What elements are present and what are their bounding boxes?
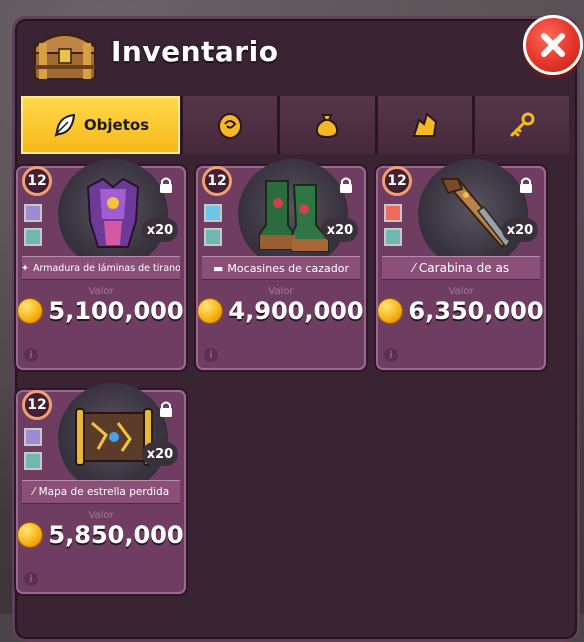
- stat-slot-icon: [24, 228, 42, 246]
- lock-icon[interactable]: [338, 176, 354, 194]
- gear-slot-icon: [24, 428, 42, 446]
- close-button[interactable]: [523, 15, 583, 75]
- tab-eggs[interactable]: [183, 96, 278, 154]
- header: Inventario: [15, 15, 583, 89]
- map-type-icon: ⁄: [32, 486, 35, 498]
- item-portrait: [418, 159, 528, 269]
- item-card[interactable]: 12 x20 ⁄ Mapa de estrella perdida Valor …: [16, 383, 186, 594]
- info-icon[interactable]: i: [204, 348, 218, 362]
- key-icon: [510, 112, 535, 137]
- item-name-ribbon: ✦ Armadura de láminas de tirano: [22, 256, 180, 280]
- level-badge: 12: [22, 390, 52, 420]
- item-name-ribbon: ⁄ Mapa de estrella perdida: [22, 480, 180, 504]
- gold-coin-icon: [18, 523, 43, 547]
- item-portrait: [58, 159, 168, 269]
- rifle-icon: [440, 177, 511, 249]
- gold-coin-icon: [198, 299, 223, 323]
- price: 6,350,000: [378, 296, 544, 326]
- tab-money[interactable]: [280, 96, 375, 154]
- tab-gems[interactable]: [377, 96, 472, 154]
- price: 4,900,000: [198, 296, 364, 326]
- gear-slot-icon: [24, 204, 42, 222]
- price: 5,850,000: [18, 520, 184, 550]
- close-x-icon: [541, 33, 565, 57]
- money-bag-icon: [316, 114, 339, 139]
- item-name: Mocasines de cazador: [227, 261, 349, 275]
- tab-bar: Objetos: [21, 96, 569, 154]
- stat-slot-icon: [24, 452, 42, 470]
- stat-slot-icon: [204, 228, 222, 246]
- boots-icon: [259, 180, 329, 252]
- quantity-badge: x20: [502, 218, 538, 242]
- item-portrait: [238, 159, 348, 269]
- info-icon[interactable]: i: [24, 572, 38, 586]
- quantity-badge: x20: [142, 442, 178, 466]
- egg-icon: [218, 113, 243, 139]
- item-name-ribbon: ⁄ Carabina de as: [382, 256, 540, 280]
- feather-quill-icon: [54, 113, 75, 137]
- level-badge: 12: [22, 166, 52, 196]
- map-scroll-icon: [75, 408, 153, 466]
- page-title: Inventario: [111, 35, 279, 68]
- item-name: Carabina de as: [418, 261, 510, 275]
- gear-slot-icon: [384, 204, 402, 222]
- item-name: Mapa de estrella perdida: [38, 486, 170, 498]
- info-icon[interactable]: i: [384, 348, 398, 362]
- price: 5,100,000: [18, 296, 184, 326]
- item-card[interactable]: 12 x20 ⁄ Carabina de as Valor 6,350,000 …: [376, 159, 546, 370]
- item-name: Armadura de láminas de tirano: [32, 262, 180, 274]
- gold-coin-icon: [378, 299, 403, 323]
- item-portrait: [58, 383, 168, 493]
- item-card[interactable]: 12 x20 ✦ Armadura de láminas de tirano V…: [16, 159, 186, 370]
- level-badge: 12: [382, 166, 412, 196]
- gear-slot-icon: [204, 204, 222, 222]
- tab-objetos[interactable]: Objetos: [21, 96, 180, 154]
- stat-slot-icon: [384, 228, 402, 246]
- quantity-badge: x20: [142, 218, 178, 242]
- info-icon[interactable]: i: [24, 348, 38, 362]
- lock-icon[interactable]: [518, 176, 534, 194]
- item-card[interactable]: 12 x20 ▬ Mocasines de cazador Valor 4,90…: [196, 159, 366, 370]
- lock-icon[interactable]: [158, 176, 174, 194]
- price-value: 6,350,000: [408, 297, 544, 325]
- price-value: 4,900,000: [228, 297, 364, 325]
- rifle-type-icon: ⁄: [412, 261, 415, 275]
- price-value: 5,850,000: [48, 521, 184, 549]
- level-badge: 12: [202, 166, 232, 196]
- armor-type-icon: ✦: [22, 263, 29, 274]
- tab-keys[interactable]: [474, 96, 569, 154]
- boots-type-icon: ▬: [213, 261, 224, 275]
- quantity-badge: x20: [322, 218, 358, 242]
- gem-crystal-icon: [412, 112, 437, 137]
- item-name-ribbon: ▬ Mocasines de cazador: [202, 256, 360, 280]
- armor-icon: [86, 177, 140, 248]
- price-value: 5,100,000: [48, 297, 184, 325]
- gold-coin-icon: [18, 299, 43, 323]
- lock-icon[interactable]: [158, 400, 174, 418]
- treasure-chest-icon: [34, 34, 96, 80]
- tab-label: Objetos: [83, 116, 150, 134]
